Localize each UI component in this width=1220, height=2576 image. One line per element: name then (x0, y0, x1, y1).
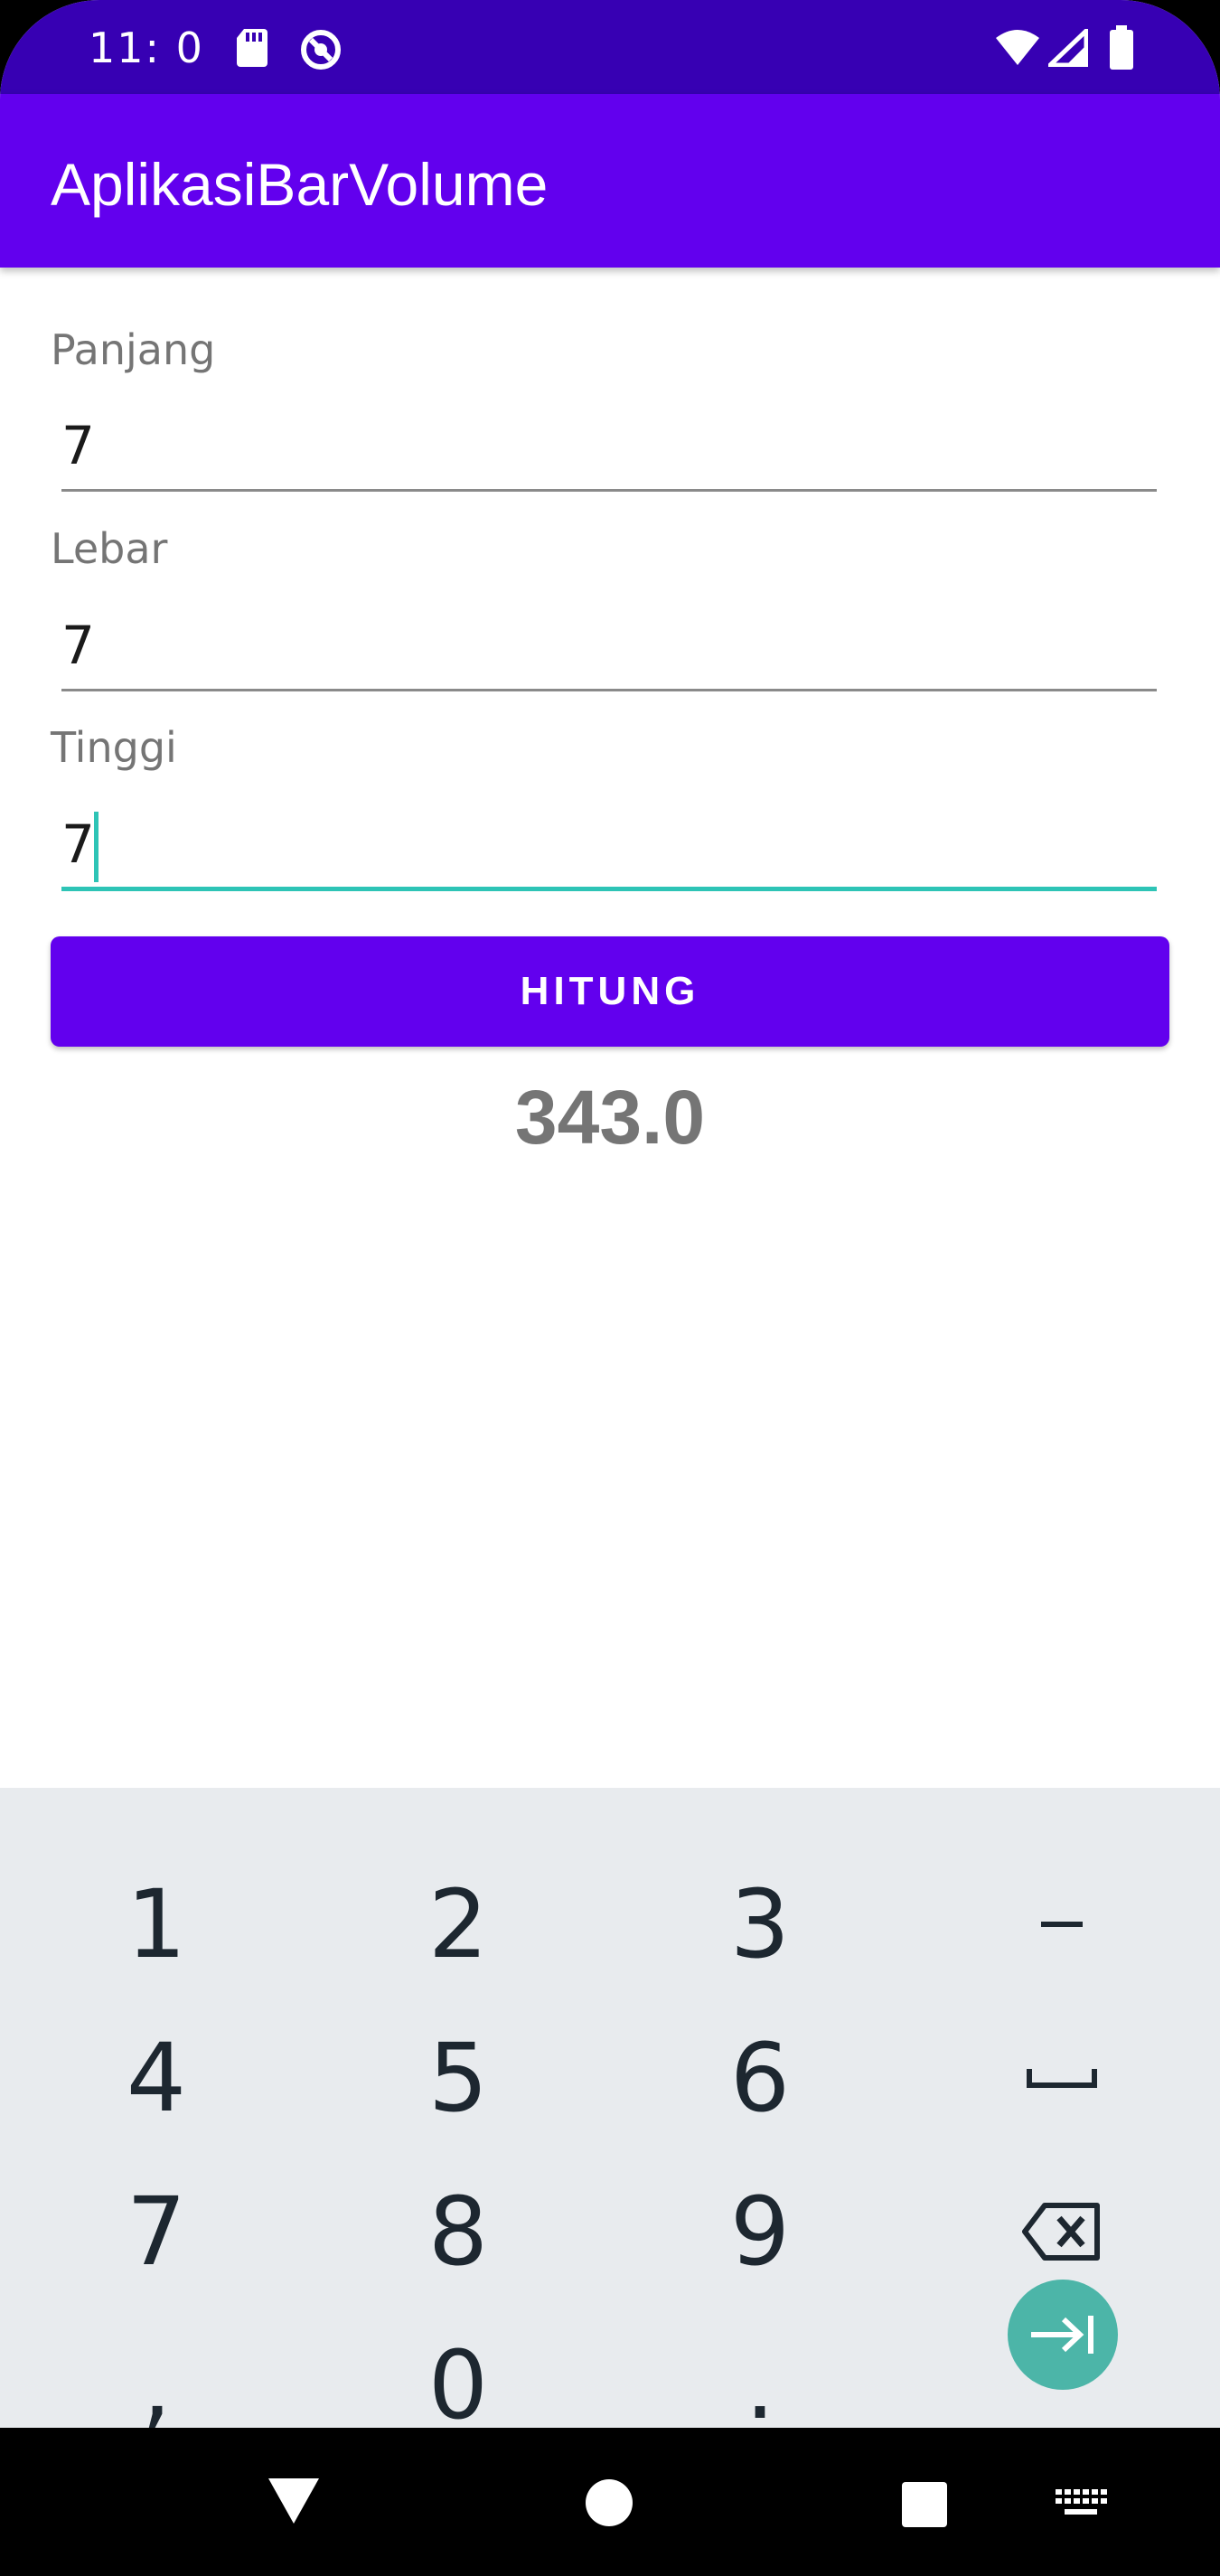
panjang-label: Panjang (51, 325, 216, 374)
signal-icon (1044, 25, 1089, 71)
sync-icon (298, 27, 343, 77)
lebar-input[interactable] (61, 601, 1157, 691)
key-2[interactable]: 2 (307, 1847, 609, 2001)
key-4[interactable]: 4 (5, 2001, 307, 2155)
status-time: 11: 0 (89, 24, 204, 72)
app-title: AplikasiBarVolume (51, 151, 549, 218)
battery-icon (1108, 25, 1135, 75)
panjang-input[interactable] (61, 401, 1157, 492)
key-9[interactable]: 9 (609, 2155, 911, 2308)
key-7[interactable]: 7 (5, 2155, 307, 2308)
status-bar: 11: 0 (0, 0, 1220, 94)
recents-icon[interactable] (900, 2480, 949, 2534)
space-icon[interactable] (911, 2001, 1213, 2155)
sd-card-icon (235, 27, 269, 73)
key-8[interactable]: 8 (307, 2155, 609, 2308)
back-icon[interactable] (267, 2475, 321, 2530)
key-5[interactable]: 5 (307, 2001, 609, 2155)
home-icon[interactable] (583, 2477, 635, 2534)
tinggi-label: Tinggi (51, 723, 177, 772)
key-6[interactable]: 6 (609, 2001, 911, 2155)
text-cursor (94, 812, 99, 882)
app-bar: AplikasiBarVolume (0, 94, 1220, 268)
tinggi-input[interactable] (61, 801, 1157, 891)
keyboard-switch-icon[interactable] (1054, 2487, 1108, 2524)
navigation-bar (0, 2428, 1220, 2576)
key-minus[interactable] (911, 1847, 1213, 2001)
result-text: 343.0 (514, 1075, 706, 1160)
lebar-label: Lebar (51, 524, 168, 573)
hitung-button[interactable]: HITUNG (51, 936, 1169, 1047)
key-3[interactable]: 3 (609, 1847, 911, 2001)
phone-screen: 11: 0 AplikasiBarVolume Panjang Lebar Ti… (0, 0, 1220, 2576)
wifi-icon (994, 29, 1041, 71)
key-1[interactable]: 1 (5, 1847, 307, 2001)
tab-next-icon[interactable] (1008, 2280, 1118, 2390)
